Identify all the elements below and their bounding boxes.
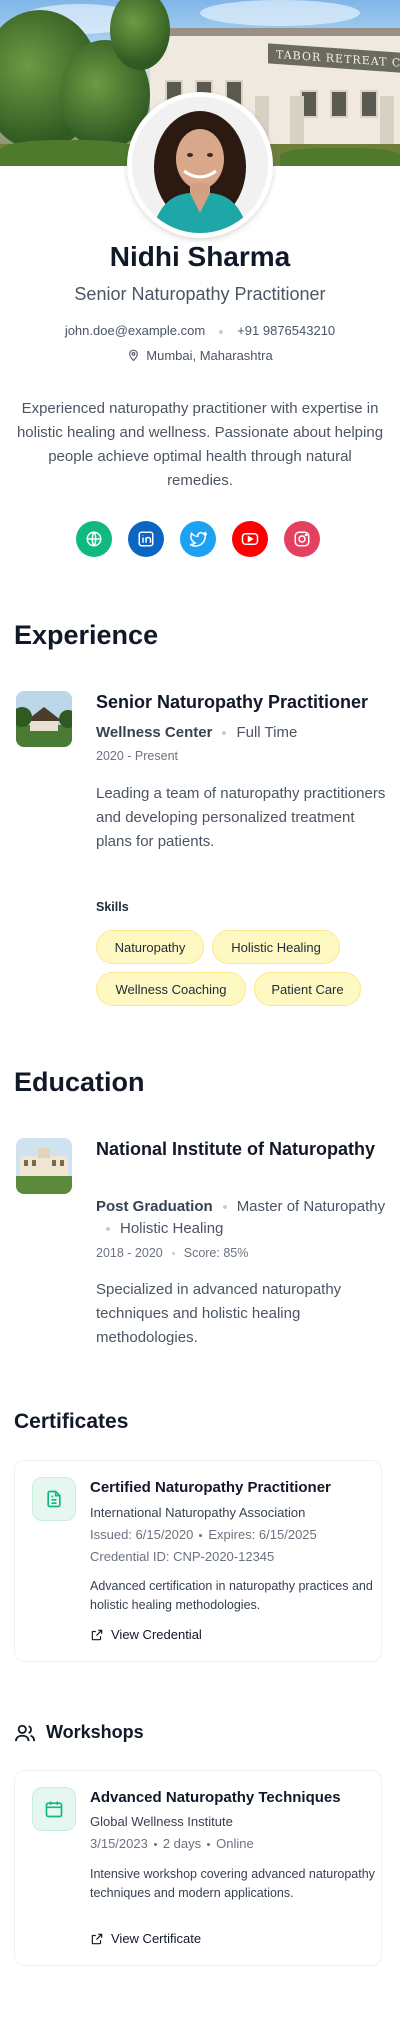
workshop-date: 3/15/2023 [90, 1836, 148, 1851]
view-certificate-label: View Certificate [111, 1931, 202, 1946]
workshops-header: Workshops [14, 1722, 144, 1743]
email-link[interactable]: john.doe@example.com [65, 323, 205, 338]
view-credential-link[interactable]: View Credential [90, 1627, 202, 1642]
certificate-description: Advanced certification in naturopathy pr… [90, 1579, 373, 1612]
education-field: Holistic Healing [120, 1220, 224, 1237]
profile-bio: Experienced naturopathy practitioner wit… [16, 400, 384, 489]
skill-chip: Holistic Healing [212, 930, 340, 964]
education-school: National Institute of Naturopathy [96, 1139, 375, 1159]
school-logo [16, 1138, 72, 1194]
separator-dot [199, 1534, 203, 1538]
education-score: Score: 85% [183, 1246, 249, 1260]
separator-dot [171, 1252, 175, 1256]
education-meta: Post Graduation Master of Naturopathy Holi… [96, 1196, 386, 1240]
twitter-icon[interactable] [180, 521, 216, 557]
globe-icon[interactable] [76, 521, 112, 557]
workshop-card: Advanced Naturopathy Techniques Global W… [14, 1770, 382, 1966]
calendar-icon [32, 1787, 76, 1831]
skill-chip: Naturopathy [96, 930, 204, 964]
education-heading: Education [14, 1067, 145, 1097]
education-degree: Master of Naturopathy [236, 1198, 386, 1215]
certificate-dates: Issued: 6/15/2020 Expires: 6/15/2025 [90, 1527, 317, 1542]
separator-dot [153, 1843, 157, 1847]
phone-link[interactable]: +91 9876543210 [237, 323, 335, 338]
map-pin-icon [129, 349, 139, 362]
workshop-organizer: Global Wellness Institute [90, 1814, 233, 1829]
avatar-photo [132, 97, 268, 233]
separator-dot [207, 1843, 211, 1847]
skill-chip: Patient Care [254, 972, 361, 1006]
experience-heading: Experience [14, 620, 159, 650]
profile-title: Senior Naturopathy Practitioner [74, 284, 326, 304]
experience-type: Full Time [236, 724, 298, 741]
experience-period: 2020 - Present [96, 749, 178, 763]
avatar [127, 92, 273, 238]
certificate-title: Certified Naturopathy Practitioner [90, 1479, 331, 1496]
workshop-duration: 2 days [162, 1836, 202, 1851]
certificate-card: Certified Naturopathy Practitioner Inter… [14, 1460, 382, 1662]
external-link-icon [91, 1933, 103, 1944]
view-certificate-link[interactable]: View Certificate [90, 1931, 201, 1946]
education-description: Specialized in advanced naturopathy tech… [96, 1281, 342, 1346]
workshop-meta: 3/15/2023 2 days Online [90, 1836, 254, 1851]
profile-name: Nidhi Sharma [109, 241, 291, 272]
certificates-heading: Certificates [14, 1410, 129, 1433]
social-links [76, 521, 320, 557]
view-credential-label: View Credential [111, 1627, 202, 1642]
separator-dot [219, 329, 224, 334]
certificate-issuer: International Naturopathy Association [90, 1505, 306, 1520]
location-row: Mumbai, Maharashtra [0, 348, 400, 363]
contact-row: john.doe@example.com +91 9876543210 [0, 323, 400, 338]
users-icon [15, 1724, 35, 1741]
workshop-title: Advanced Naturopathy Techniques [90, 1789, 341, 1806]
workshop-description: Intensive workshop covering advanced nat… [90, 1867, 375, 1900]
experience-meta: Wellness Center Full Time [96, 722, 297, 744]
experience-description: Leading a team of naturopathy practition… [96, 785, 386, 850]
file-text-icon [32, 1477, 76, 1521]
certificate-credential-id: Credential ID: CNP-2020-12345 [90, 1549, 275, 1564]
separator-dot [222, 1205, 227, 1210]
company-logo [16, 691, 72, 747]
separator-dot [222, 731, 227, 736]
skills-label: Skills [96, 900, 129, 914]
certificate-issued: Issued: 6/15/2020 [90, 1527, 194, 1542]
separator-dot [106, 1227, 110, 1232]
workshop-mode: Online [216, 1836, 254, 1851]
certificate-expires: Expires: 6/15/2025 [208, 1527, 317, 1542]
youtube-icon[interactable] [232, 521, 268, 557]
instagram-icon[interactable] [284, 521, 320, 557]
linkedin-icon[interactable] [128, 521, 164, 557]
location-text: Mumbai, Maharashtra [146, 348, 273, 363]
education-level: Post Graduation [96, 1198, 213, 1215]
external-link-icon [91, 1629, 103, 1640]
workshops-heading: Workshops [46, 1722, 144, 1742]
experience-company: Wellness Center [96, 724, 213, 741]
education-period-row: 2018 - 2020 Score: 85% [96, 1246, 248, 1260]
education-period: 2018 - 2020 [96, 1246, 163, 1260]
skill-chip: Wellness Coaching [96, 972, 246, 1006]
experience-title: Senior Naturopathy Practitioner [96, 692, 369, 712]
